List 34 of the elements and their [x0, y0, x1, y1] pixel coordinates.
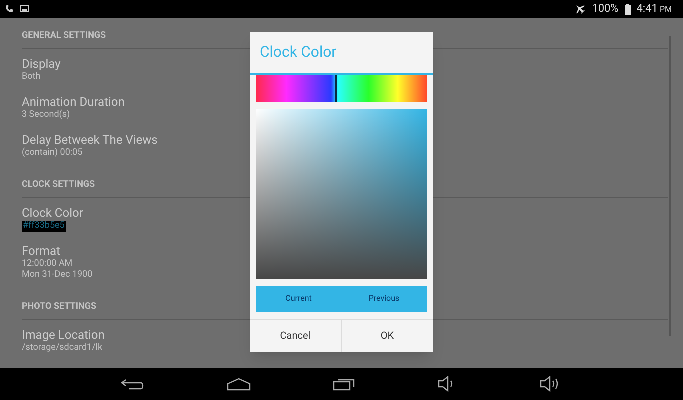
recent-apps-icon[interactable] [333, 377, 356, 391]
clock-suffix: PM [660, 4, 672, 16]
home-icon[interactable] [227, 378, 252, 390]
setting-title[interactable]: Animation Duration [22, 95, 125, 110]
saturation-value-square[interactable] [256, 109, 427, 279]
setting-title[interactable]: Clock Color [22, 206, 84, 221]
battery-icon [624, 4, 631, 14]
setting-value: Mon 31-Dec 1900 [22, 270, 93, 281]
section-header: PHOTO SETTINGS [22, 302, 97, 312]
setting-value: (contain) 00:05 [22, 148, 83, 159]
hue-slider[interactable] [256, 75, 427, 102]
setting-value: Both [22, 72, 41, 83]
battery-percent: 100% [592, 0, 619, 17]
phone-icon [5, 4, 14, 14]
setting-value: 12:00:00 AM [22, 259, 73, 270]
setting-value: #ff33b5e5 [22, 221, 66, 232]
hue-marker[interactable] [334, 75, 337, 102]
back-icon[interactable] [121, 378, 146, 390]
setting-value: 3 Second(s) [22, 110, 70, 121]
dialog-button[interactable]: OK [341, 320, 433, 352]
clock-time: 4:41 [636, 0, 658, 17]
screen-icon [20, 5, 29, 13]
dialog-button[interactable]: Cancel [250, 320, 341, 352]
setting-title[interactable]: Format [22, 244, 60, 259]
setting-value: /storage/sdcard1/lk [22, 343, 103, 354]
dialog-title: Clock Color [260, 42, 337, 64]
setting-title[interactable]: Image Location [22, 328, 105, 343]
section-header: CLOCK SETTINGS [22, 180, 96, 190]
section-header: GENERAL SETTINGS [22, 31, 106, 41]
airplane-icon [575, 4, 586, 14]
setting-title[interactable]: Display [22, 57, 61, 72]
setting-title[interactable]: Delay Betweek The Views [22, 133, 158, 148]
current-color-label: Current [284, 293, 313, 305]
previous-color-label: Previous [368, 293, 401, 305]
